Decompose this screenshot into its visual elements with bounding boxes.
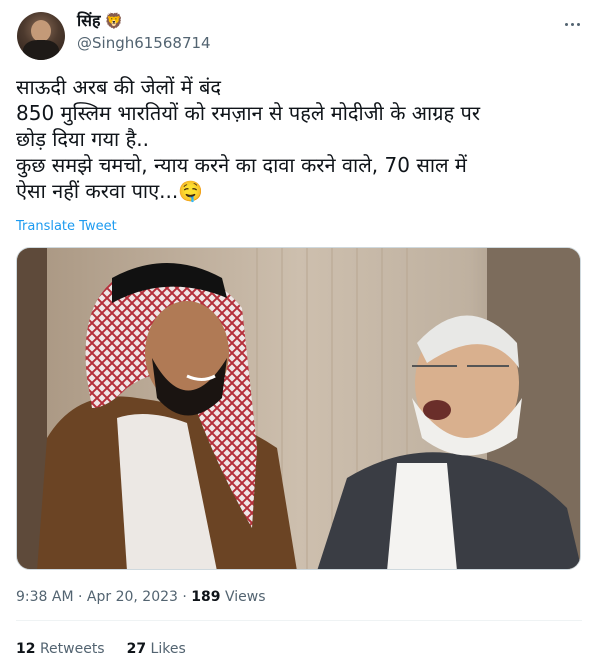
more-options-button[interactable] xyxy=(560,12,584,36)
tweet-line: कुछ समझे चमचो, न्याय करने का दावा करने व… xyxy=(16,153,467,177)
engagement-stats: 12 Retweets 27 Likes xyxy=(16,639,186,659)
meta-separator: · xyxy=(182,589,192,605)
tweet-line: छोड़ दिया गया है.. xyxy=(16,127,149,151)
drooling-face-icon: 🤤 xyxy=(178,179,204,203)
tweet-line: ऐसा नहीं करवा पाए... xyxy=(16,179,179,203)
views-label: Views xyxy=(224,589,266,605)
retweets-count: 12 xyxy=(16,641,36,657)
more-dot-icon xyxy=(576,22,580,26)
author-handle[interactable]: @Singh61568714 xyxy=(77,33,211,53)
translate-tweet-link[interactable]: Translate Tweet xyxy=(16,218,117,236)
likes-count: 27 xyxy=(126,641,147,657)
tweet-line: साऊदी अरब की जेलों में बंद xyxy=(16,75,221,99)
tweet-date[interactable]: Apr 20, 2023 xyxy=(87,589,178,605)
avatar[interactable] xyxy=(17,12,65,60)
meta-separator: · xyxy=(78,589,87,605)
tweet-text: साऊदी अरब की जेलों में बंद 850 मुस्लिम भ… xyxy=(16,74,582,204)
tweet-photo[interactable] xyxy=(16,247,581,570)
tweet-time[interactable]: 9:38 AM xyxy=(16,589,74,605)
tweet-line-last: ऐसा नहीं करवा पाए...🤤 xyxy=(16,178,582,204)
tweet-line: 850 मुस्लिम भारतियों को रमज़ान से पहले म… xyxy=(16,101,481,125)
display-name-text: सिंह xyxy=(77,11,101,30)
avatar-body xyxy=(23,40,59,60)
more-dot-icon xyxy=(570,22,574,26)
avatar-face xyxy=(31,20,51,42)
lion-icon: 🦁 xyxy=(104,12,124,30)
retweets-label: Retweets xyxy=(39,641,105,657)
likes-label: Likes xyxy=(150,641,186,657)
tweet-meta: 9:38 AM · Apr 20, 2023 · 189 Views xyxy=(16,587,266,607)
retweets-stat[interactable]: 12 Retweets xyxy=(16,639,105,659)
likes-stat[interactable]: 27 Likes xyxy=(127,639,186,659)
views-count: 189 xyxy=(191,589,221,605)
more-dot-icon xyxy=(564,22,568,26)
divider xyxy=(16,620,582,621)
author-display-name[interactable]: सिंह 🦁 xyxy=(77,10,123,32)
photo-two-men-laughing-icon xyxy=(17,248,580,569)
